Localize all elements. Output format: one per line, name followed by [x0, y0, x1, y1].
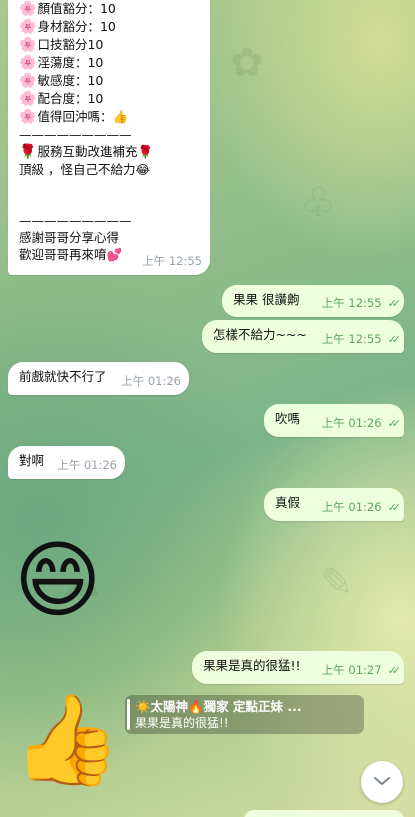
message-bubble-incoming[interactable]: 對啊 上午 01:26	[8, 446, 125, 479]
message-line: 🌸配合度：10	[19, 91, 104, 107]
message-time: 上午 01:27	[321, 663, 382, 677]
thumbs-up-icon: 👍	[12, 688, 122, 791]
message-bubble-incoming[interactable]: 前戲就快不行了 上午 01:26	[8, 362, 189, 395]
scroll-down-button[interactable]	[361, 761, 403, 803]
message-time: 上午 12:55	[321, 296, 382, 310]
double-check-icon: ✓✓	[387, 417, 402, 430]
flower-icon: 🌸	[19, 19, 37, 35]
message-line	[19, 178, 199, 195]
message-text: 果果是真的很猛!!	[203, 658, 301, 673]
flower-icon: 🌸	[19, 109, 37, 125]
message-time: 上午 01:26	[321, 416, 382, 430]
chat-area[interactable]: ✿ ♧ ☁ ✎ 🌸顏值豁分：10 🌸身材豁分：10 🌸口技豁分10 🌸淫蕩度：1…	[0, 0, 415, 817]
message-bubble-outgoing[interactable]: 果果是真的很猛!! 上午 01:27 ✓✓	[192, 651, 404, 684]
double-check-icon: ✓✓	[387, 333, 402, 346]
message-line	[19, 195, 199, 212]
message-line: 感謝哥哥分享心得	[19, 230, 120, 245]
flower-icon: 🌸	[19, 37, 37, 53]
message-line: 🌸淫蕩度：10	[19, 55, 104, 71]
grinning-face-icon: 😄	[14, 531, 102, 629]
message-meta: 上午 01:26 ✓✓	[321, 415, 402, 432]
message-bubble-outgoing[interactable]: 果果 很讚齁 上午 12:55 ✓✓	[222, 285, 404, 317]
message-text: 前戲就快不行了	[19, 369, 107, 384]
message-meta: 上午 12:55 ✓✓	[321, 295, 402, 312]
thumbs-up-sticker[interactable]: 👍	[12, 696, 122, 784]
double-check-icon: ✓✓	[387, 664, 402, 677]
message-line: 🌸顏值豁分：10	[19, 1, 116, 17]
flower-icon: 🌸	[19, 91, 37, 107]
double-check-icon: ✓✓	[387, 297, 402, 310]
reply-text: 果果是真的很猛!!	[135, 716, 229, 730]
message-line: 🌸身材豁分：10	[19, 19, 116, 35]
message-bubble-outgoing[interactable]: 怎樣不給力~~~ 上午 12:55 ✓✓	[202, 320, 404, 353]
flower-icon: 🌸	[19, 73, 37, 89]
reply-sender: ☀️太陽神🔥獨家 定點正妹 ...	[135, 699, 302, 714]
background-pattern: ✿	[230, 40, 264, 86]
message-line: —————————	[19, 213, 132, 228]
message-time: 上午 12:55	[142, 254, 202, 268]
background-pattern: ♧	[300, 180, 336, 226]
double-check-icon: ✓✓	[387, 501, 402, 514]
message-time: 上午 01:26	[321, 500, 382, 514]
message-bubble-outgoing[interactable]	[244, 810, 404, 817]
message-line: —————————	[19, 127, 132, 142]
message-line: 頂級 ，怪自己不給力😂	[19, 162, 151, 177]
message-meta: 上午 01:27 ✓✓	[321, 662, 402, 679]
message-time: 上午 12:55	[321, 332, 382, 346]
message-time: 上午 01:26	[121, 374, 181, 388]
message-bubble-incoming[interactable]: 🌸顏值豁分：10 🌸身材豁分：10 🌸口技豁分10 🌸淫蕩度：10 🌸敏感度：1…	[8, 0, 210, 275]
message-bubble-outgoing[interactable]: 真假 上午 01:26 ✓✓	[264, 488, 404, 521]
message-line: 🌹服務互動改進補充🌹	[19, 144, 154, 160]
message-text: 吹嗎	[275, 411, 301, 426]
message-bubble-outgoing[interactable]: 吹嗎 上午 01:26 ✓✓	[264, 404, 404, 437]
rose-icon: 🌹	[19, 144, 37, 160]
reply-preview[interactable]: ☀️太陽神🔥獨家 定點正妹 ... 果果是真的很猛!!	[125, 695, 364, 734]
chevron-down-icon	[373, 775, 391, 790]
message-meta: 上午 01:26 ✓✓	[321, 499, 402, 516]
message-text: 果果 很讚齁	[233, 292, 300, 307]
message-text: 真假	[275, 495, 301, 510]
flower-icon: 🌸	[19, 1, 37, 17]
message-line: 🌸口技豁分10	[19, 37, 104, 53]
grinning-face-sticker[interactable]: 😄	[14, 538, 102, 622]
message-line: 🌸敏感度：10	[19, 73, 104, 89]
message-text: 對啊	[19, 453, 45, 468]
message-line: 🌸值得回沖嗎：👍	[19, 109, 129, 125]
message-meta: 上午 12:55 ✓✓	[321, 331, 402, 348]
message-text: 怎樣不給力~~~	[213, 327, 307, 342]
message-time: 上午 01:26	[57, 458, 117, 472]
flower-icon: 🌸	[19, 55, 37, 71]
background-pattern: ✎	[320, 560, 354, 606]
